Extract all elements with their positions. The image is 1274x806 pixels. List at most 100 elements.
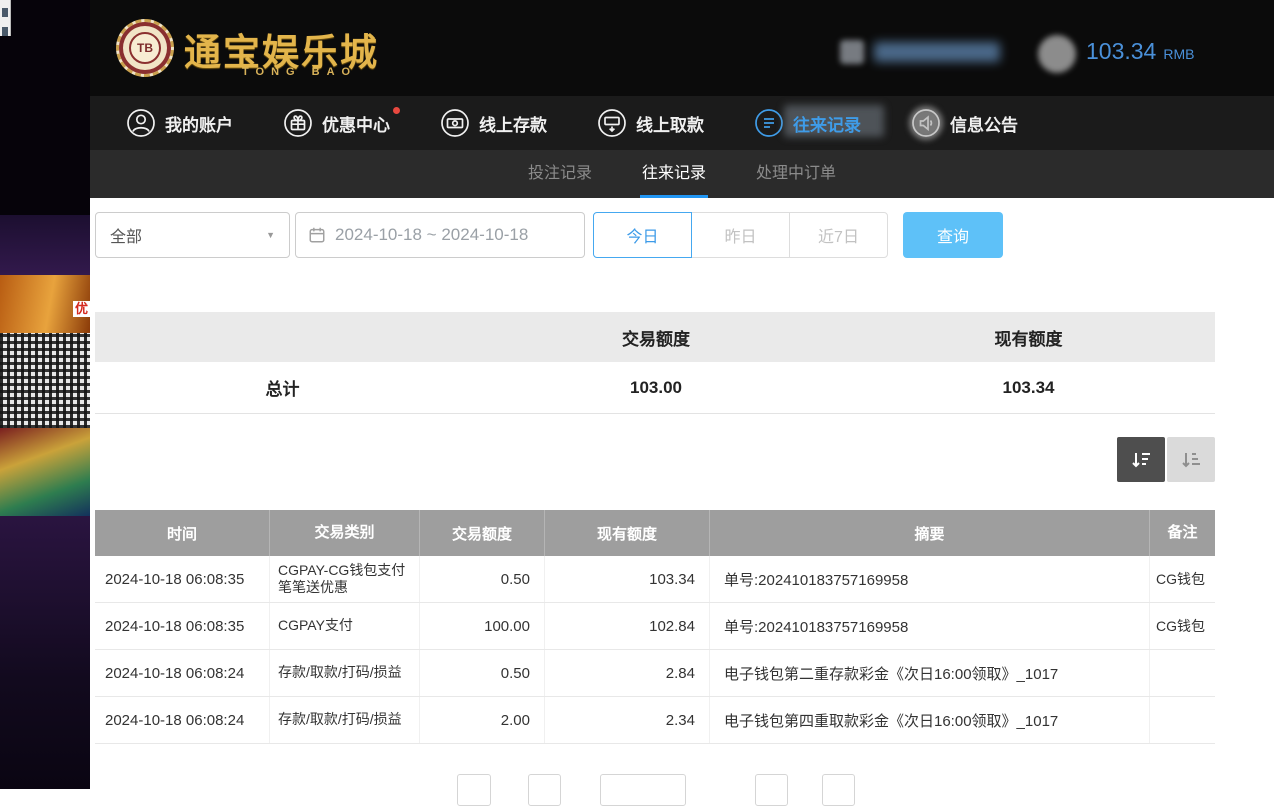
nav-item-withdraw[interactable]: 线上取款	[597, 108, 704, 138]
cell-balance: 2.84	[545, 650, 710, 696]
desktop-background-strip: 优	[0, 0, 90, 789]
artwork-thumbnail	[0, 428, 90, 516]
query-button[interactable]: 查询	[903, 212, 1003, 258]
qr-code-thumbnail	[0, 333, 90, 428]
deposit-icon	[440, 108, 470, 138]
cell-amount: 0.50	[420, 650, 545, 696]
calendar-icon	[308, 226, 326, 244]
logo-chip-badge: TB	[129, 32, 161, 64]
date-range-value: 2024-10-18 ~ 2024-10-18	[335, 225, 528, 245]
redacted-user-icon	[840, 40, 864, 64]
nav-item-label: 信息公告	[950, 111, 1018, 136]
today-button[interactable]: 今日	[593, 212, 692, 258]
cell-note: CG钱包	[1150, 556, 1215, 602]
balance-currency: RMB	[1163, 46, 1194, 62]
tab-transaction-records[interactable]: 往来记录	[640, 150, 708, 198]
site-logo-subtitle: TONG BAO	[242, 66, 357, 78]
record-tabs: 投注记录 往来记录 处理中订单	[90, 150, 1274, 198]
summary-total-label: 总计	[95, 362, 470, 413]
type-select[interactable]: 全部 ▼	[95, 212, 290, 258]
nav-item-label: 往来记录	[793, 111, 861, 136]
cell-time: 2024-10-18 06:08:24	[95, 650, 270, 696]
sort-desc-button[interactable]	[1117, 437, 1165, 482]
nav-item-announcements[interactable]: 信息公告	[911, 108, 1018, 138]
balance-display: 103.34 RMB	[1086, 38, 1194, 65]
nav-item-records[interactable]: 往来记录	[754, 108, 861, 138]
promo-char-label: 优	[73, 301, 90, 317]
nav-item-label: 优惠中心	[322, 111, 390, 136]
pagination-button[interactable]	[457, 774, 491, 806]
cell-type: 存款/取款/打码/损益	[270, 697, 420, 743]
col-header-type: 交易类别	[270, 510, 420, 556]
col-header-note: 备注	[1150, 510, 1215, 556]
pagination-button[interactable]	[755, 774, 788, 806]
gift-icon	[283, 108, 313, 138]
cell-type: 存款/取款/打码/损益	[270, 650, 420, 696]
cell-summary: 单号:202410183757169958	[710, 603, 1150, 649]
table-row: 2024-10-18 06:08:24 存款/取款/打码/损益 0.50 2.8…	[95, 650, 1215, 697]
type-select-value: 全部	[110, 223, 142, 247]
last7days-button[interactable]: 近7日	[789, 212, 888, 258]
redaction-smudge	[909, 106, 943, 140]
cell-amount: 100.00	[420, 603, 545, 649]
col-header-summary: 摘要	[710, 510, 1150, 556]
records-header-row: 时间 交易类别 交易额度 现有额度 摘要 备注	[95, 510, 1215, 556]
cell-type: CGPAY支付	[270, 603, 420, 649]
redacted-avatar	[1038, 35, 1076, 73]
quick-range-group: 今日 昨日 近7日	[593, 212, 888, 258]
cell-amount: 2.00	[420, 697, 545, 743]
col-header-balance: 现有额度	[545, 510, 710, 556]
site-header: TB 通宝娱乐城 TONG BAO 103.34 RMB	[90, 0, 1274, 96]
cell-balance: 103.34	[545, 556, 710, 602]
pagination-button[interactable]	[528, 774, 561, 806]
logo-chip-icon[interactable]: TB	[116, 19, 174, 77]
nav-item-promotions[interactable]: 优惠中心	[283, 108, 390, 138]
browser-content: TB 通宝娱乐城 TONG BAO 103.34 RMB 我的账户 优惠中心	[90, 0, 1274, 789]
desktop-dark-area-bottom	[0, 516, 90, 789]
summary-table: 交易额度 现有额度 总计 103.00 103.34	[95, 312, 1215, 414]
tab-betting-records[interactable]: 投注记录	[526, 150, 594, 198]
cell-type: CGPAY-CG钱包支付笔笔送优惠	[270, 556, 420, 602]
nav-item-label: 我的账户	[165, 111, 233, 136]
nav-item-label: 线上取款	[636, 111, 704, 136]
cell-note: CG钱包	[1150, 603, 1215, 649]
sort-asc-button[interactable]	[1167, 437, 1215, 482]
cell-balance: 102.84	[545, 603, 710, 649]
nav-item-my-account[interactable]: 我的账户	[126, 108, 233, 138]
desktop-edge-tab	[0, 0, 11, 36]
records-table: 时间 交易类别 交易额度 现有额度 摘要 备注 2024-10-18 06:08…	[95, 510, 1215, 744]
date-range-input[interactable]: 2024-10-18 ~ 2024-10-18	[295, 212, 585, 258]
table-row: 2024-10-18 06:08:24 存款/取款/打码/损益 2.00 2.3…	[95, 697, 1215, 744]
promo-thumbnail: 优	[0, 275, 90, 333]
cell-summary: 电子钱包第二重存款彩金《次日16:00领取》_1017	[710, 650, 1150, 696]
tab-processing-orders[interactable]: 处理中订单	[754, 150, 838, 198]
cell-note	[1150, 697, 1215, 743]
col-header-time: 时间	[95, 510, 270, 556]
chevron-down-icon: ▼	[266, 230, 275, 240]
redacted-username	[874, 42, 1000, 62]
summary-header-amount: 交易额度	[470, 312, 842, 362]
table-row: 2024-10-18 06:08:35 CGPAY支付 100.00 102.8…	[95, 603, 1215, 650]
summary-total-row: 总计 103.00 103.34	[95, 362, 1215, 414]
cell-note	[1150, 650, 1215, 696]
yesterday-button[interactable]: 昨日	[691, 212, 790, 258]
cell-summary: 单号:202410183757169958	[710, 556, 1150, 602]
cell-time: 2024-10-18 06:08:35	[95, 556, 270, 602]
balance-amount: 103.34	[1086, 38, 1156, 65]
nav-item-label: 线上存款	[479, 111, 547, 136]
user-icon	[126, 108, 156, 138]
nav-item-deposit[interactable]: 线上存款	[440, 108, 547, 138]
desktop-dark-area	[0, 0, 90, 215]
cell-time: 2024-10-18 06:08:35	[95, 603, 270, 649]
cell-amount: 0.50	[420, 556, 545, 602]
main-nav: 我的账户 优惠中心 线上存款 线上取款 往来记录	[90, 96, 1274, 150]
table-row: 2024-10-18 06:08:35 CGPAY-CG钱包支付笔笔送优惠 0.…	[95, 556, 1215, 603]
pagination-button[interactable]	[822, 774, 855, 806]
summary-header-balance: 现有额度	[842, 312, 1215, 362]
cell-balance: 2.34	[545, 697, 710, 743]
cell-summary: 电子钱包第四重取款彩金《次日16:00领取》_1017	[710, 697, 1150, 743]
summary-header-empty	[95, 312, 470, 362]
desktop-banner-thumbnail	[0, 215, 90, 275]
pagination-page-select[interactable]	[600, 774, 686, 806]
withdraw-icon	[597, 108, 627, 138]
